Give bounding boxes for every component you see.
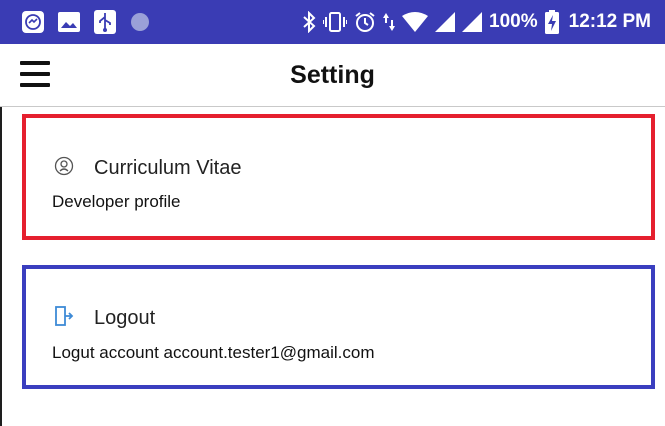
battery-charging-icon: [544, 10, 559, 34]
page-title: Setting: [290, 61, 375, 89]
vibrate-icon: [323, 11, 348, 33]
record-dot-icon: [130, 12, 150, 32]
usb-icon: [94, 10, 116, 34]
curriculum-vitae-item[interactable]: Curriculum Vitae Developer profile: [22, 114, 655, 240]
logout-item[interactable]: Logout Logut account account.tester1@gma…: [22, 265, 655, 389]
messenger-icon: [22, 11, 44, 33]
status-bar-right: 100% 12:12 PM: [295, 10, 651, 34]
curriculum-vitae-subtitle: Developer profile: [52, 192, 181, 211]
signal-icon: [435, 12, 456, 32]
logout-icon: [54, 305, 74, 332]
curriculum-vitae-row: Curriculum Vitae: [54, 156, 241, 181]
profile-icon: [54, 156, 74, 181]
hamburger-menu-icon[interactable]: [20, 61, 50, 87]
logout-row: Logout: [54, 305, 155, 332]
signal-icon: [462, 12, 483, 32]
app-bar: Setting: [0, 44, 665, 107]
wifi-icon: [402, 12, 429, 32]
logout-subtitle: Logut account account.tester1@gmail.com: [52, 343, 375, 362]
image-icon: [58, 11, 80, 33]
status-bar-left: [22, 10, 164, 34]
alarm-icon: [354, 11, 376, 33]
bluetooth-icon: [302, 11, 316, 33]
data-arrows-icon: [383, 11, 396, 33]
curriculum-vitae-title: Curriculum Vitae: [94, 157, 242, 179]
status-time: 12:12 PM: [568, 11, 651, 32]
status-bar: 100% 12:12 PM: [0, 0, 665, 44]
battery-percent: 100%: [489, 11, 538, 32]
logout-title: Logout: [94, 307, 156, 329]
